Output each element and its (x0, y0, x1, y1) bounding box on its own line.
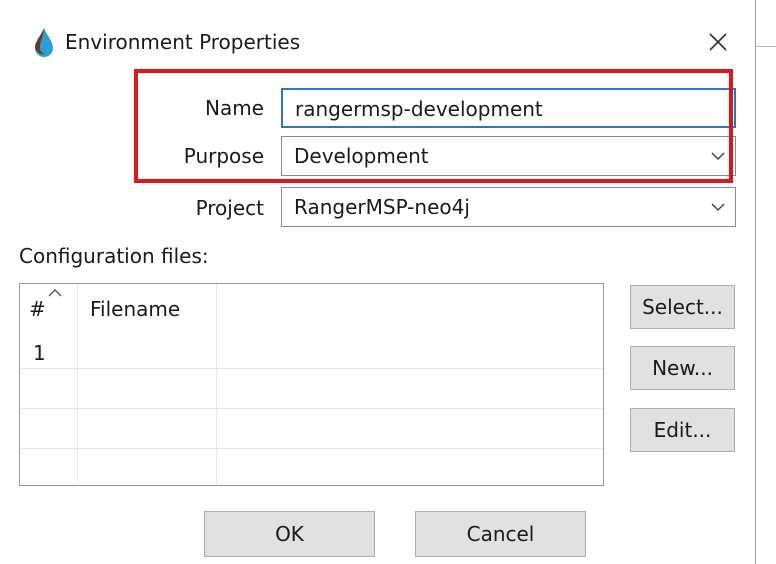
row-divider (20, 368, 603, 369)
table-row[interactable]: 1 (20, 336, 603, 368)
chevron-down-icon (711, 203, 725, 212)
project-selected-value: RangerMSP-neo4j (294, 195, 470, 219)
environment-properties-dialog: Environment Properties Name rangermsp-de… (0, 0, 756, 564)
row-divider (20, 448, 603, 449)
project-dropdown[interactable]: RangerMSP-neo4j (281, 187, 736, 227)
row-number: 1 (33, 341, 46, 365)
row-divider (20, 408, 603, 409)
window-title: Environment Properties (65, 30, 301, 54)
close-icon (709, 33, 727, 51)
configuration-files-label: Configuration files: (19, 244, 209, 268)
cancel-button[interactable]: Cancel (415, 511, 586, 557)
ok-button[interactable]: OK (204, 511, 375, 557)
column-divider (77, 284, 78, 485)
column-header-filename[interactable]: Filename (90, 294, 180, 324)
close-button[interactable] (700, 24, 736, 60)
project-label: Project (195, 196, 264, 220)
column-divider (216, 284, 217, 485)
annotation-highlight-box (134, 69, 733, 183)
new-button[interactable]: New... (630, 346, 735, 390)
app-drop-icon (33, 27, 55, 57)
edit-button[interactable]: Edit... (630, 408, 735, 452)
configuration-files-table[interactable]: # Filename 1 (19, 283, 604, 486)
sort-ascending-icon (48, 289, 62, 297)
select-button[interactable]: Select... (630, 285, 735, 329)
column-header-number[interactable]: # (29, 294, 46, 324)
background-window-edge (755, 46, 776, 47)
